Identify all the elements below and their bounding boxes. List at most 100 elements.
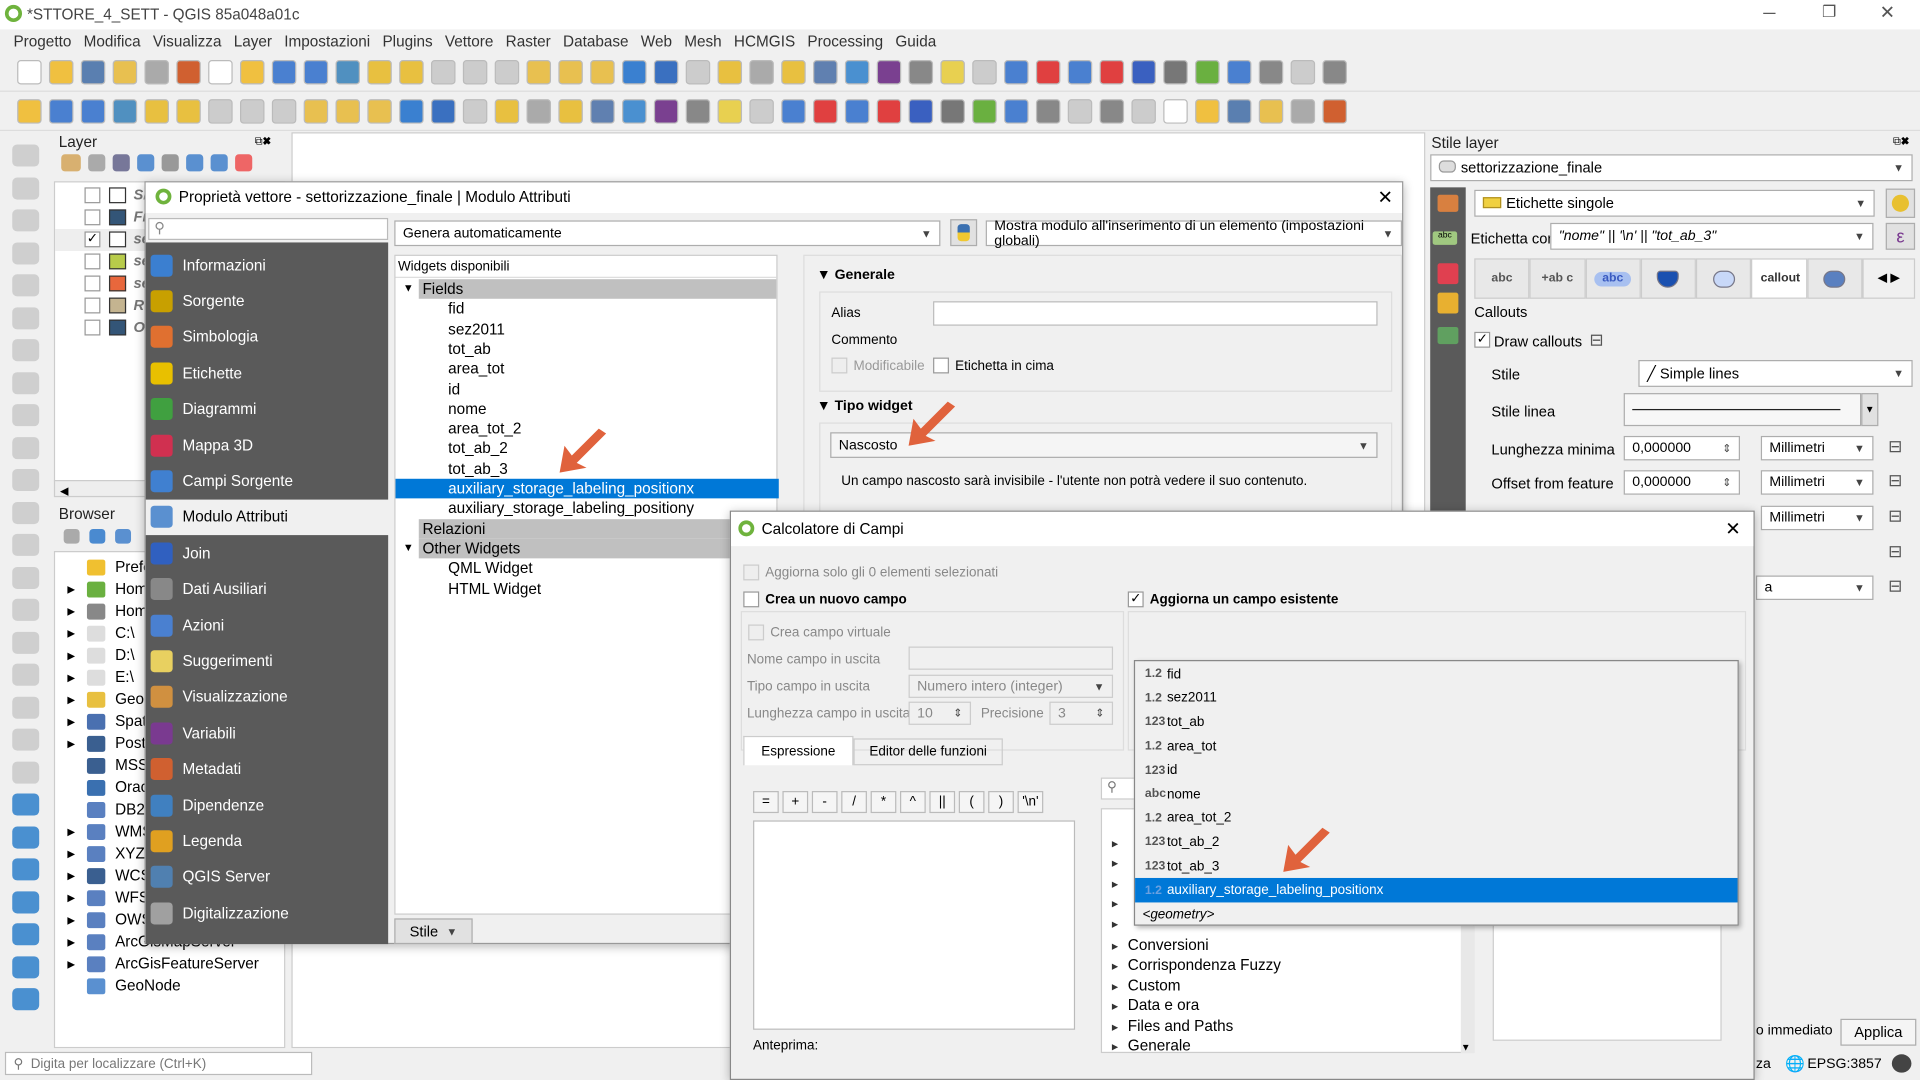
menu-plugins[interactable]: Plugins [376,29,438,53]
3d-view-tab-icon[interactable] [1437,263,1459,285]
offset-spinbox[interactable]: 0,000000 ⇕ [1623,470,1741,495]
toolbar-button-icon[interactable] [1163,99,1188,124]
toolbar-button-icon[interactable] [558,99,583,124]
layer-visibility-checkbox[interactable] [84,319,101,336]
expand-arrow-icon[interactable]: ▶ [67,738,77,749]
toolbar-button-icon[interactable] [494,60,520,85]
toolbar-button-icon[interactable] [813,60,838,85]
field-option[interactable]: abc nome [1135,782,1737,806]
tree-field-item[interactable]: sez2011 [396,319,779,339]
tree-group-fields[interactable]: Fields [418,279,777,300]
digitizing-tool-icon[interactable] [12,728,40,751]
operator-button[interactable]: || [929,791,956,814]
toolbar-button-icon[interactable] [1322,60,1347,85]
expand-arrow-icon[interactable]: ▶ [67,958,77,969]
refresh-icon[interactable] [89,528,106,544]
third-unit-combo[interactable]: Millimetri ▼ [1760,505,1874,531]
browser-item[interactable]: ▶ GeoP [67,688,154,710]
toolbar-button-icon[interactable] [876,60,902,85]
panel-float-close-icons[interactable]: ⧉✖ [255,135,271,148]
toolbar-button-icon[interactable] [399,60,424,85]
menu-impostazioni[interactable]: Impostazioni [278,29,376,53]
field-option[interactable]: 1.2 fid [1135,662,1737,686]
operator-button[interactable]: - [811,791,838,814]
toolbar-button-icon[interactable] [271,60,297,85]
browser-item[interactable]: ▶ Spati [67,710,150,732]
toolbar-button-icon[interactable] [1067,60,1093,85]
toolbar-button-icon[interactable] [1258,99,1284,124]
browser-item[interactable]: DB2 [67,798,145,820]
close-window-button[interactable]: ✕ [1880,1,1895,23]
toolbar-button-icon[interactable] [271,99,297,124]
expand-arrow-icon[interactable]: ▶ [67,650,77,661]
toolbar-button-icon[interactable] [208,99,233,124]
toolbar-button-icon[interactable] [876,99,902,124]
function-group-hidden[interactable] [1112,894,1128,914]
function-group[interactable]: Files and Paths [1112,1017,1234,1037]
toolbar-button-icon[interactable] [972,60,997,85]
function-group-hidden[interactable] [1112,874,1128,894]
toolbar-button-icon[interactable] [431,60,456,85]
data-defined-override-icon[interactable]: ⊟ [1888,470,1902,491]
tab-scroll-buttons[interactable]: ◀ ▶ [1862,258,1916,299]
layer-visibility-checkbox[interactable]: ✓ [84,231,101,248]
toolbar-button-icon[interactable] [303,60,329,85]
toolbar-button-icon[interactable] [80,60,106,85]
symbology-tab-icon[interactable] [1437,194,1459,212]
toolbar-button-icon[interactable] [335,60,361,85]
collapse-arrow-icon[interactable]: ▼ [403,541,414,553]
data-defined-override-icon[interactable]: ⊟ [1888,506,1902,527]
operator-button[interactable]: / [841,791,867,814]
toolbar-button-icon[interactable] [717,60,743,85]
menu-web[interactable]: Web [635,29,678,53]
filter-icon[interactable] [137,154,155,172]
layer-visibility-checkbox[interactable] [84,209,101,226]
tab-expression[interactable]: Espressione [743,735,854,766]
nav-item-modulo-attributi[interactable]: Modulo Attributi [145,499,391,535]
toolbar-button-icon[interactable] [494,99,520,124]
browser-item[interactable]: ▶ D:\ [67,644,134,666]
show-form-combo[interactable]: Mostra modulo all'inserimento di un elem… [985,219,1403,248]
menu-raster[interactable]: Raster [500,29,557,53]
output-length-spinbox[interactable]: 10 ⇕ [908,701,972,725]
nav-item-join[interactable]: Join [146,535,388,571]
function-group[interactable]: Custom [1112,977,1181,997]
function-group-hidden[interactable] [1112,914,1128,934]
crs-button[interactable]: EPSG:3857 [1807,1057,1881,1072]
expand-all-icon[interactable] [186,154,204,172]
toolbar-button-icon[interactable] [813,99,838,124]
toolbar-button-icon[interactable] [17,99,42,124]
digitizing-tool-icon[interactable] [12,533,40,556]
menu-processing[interactable]: Processing [801,29,889,53]
digitizing-tool-icon[interactable] [12,436,40,459]
precision-spinbox[interactable]: 3 ⇕ [1049,701,1114,725]
filter-icon[interactable] [115,528,132,544]
toolbar-button-icon[interactable] [17,60,42,85]
label-tab-3[interactable] [1640,258,1696,299]
toolbar-button-icon[interactable] [685,99,711,124]
close-dialog-button[interactable]: ✕ [1378,186,1393,208]
toolbar-button-icon[interactable] [1195,99,1220,124]
digitizing-tool-icon[interactable] [12,631,40,654]
digitizing-tool-icon[interactable] [12,566,40,589]
digitizing-tool-icon[interactable] [12,468,40,492]
label-tab-4[interactable] [1695,258,1752,299]
toolbar-button-icon[interactable] [717,99,743,124]
toolbar-button-icon[interactable] [176,60,201,85]
menu-mesh[interactable]: Mesh [678,29,728,53]
layer-visibility-checkbox[interactable] [84,275,101,292]
field-option[interactable]: 1.2 area_tot_2 [1135,806,1737,830]
toolbar-button-icon[interactable] [144,60,169,85]
nav-item-campi-sorgente[interactable]: Campi Sorgente [146,463,388,499]
tree-group-other-widgets[interactable]: Other Widgets [418,538,777,559]
tree-field-item[interactable]: tot_ab [396,339,779,359]
restore-button[interactable]: ❐ [1822,2,1836,22]
expand-arrow-icon[interactable]: ▶ [67,848,77,859]
nav-item-visualizzazione[interactable]: Visualizzazione [146,679,388,715]
tree-field-item[interactable]: auxiliary_storage_labeling_positiony [396,499,779,519]
toolbar-button-icon[interactable] [176,99,201,124]
menu-guida[interactable]: Guida [889,29,942,53]
digitizing-tool-icon[interactable] [12,988,40,1011]
tree-field-item[interactable]: id [396,379,779,399]
toolbar-button-icon[interactable] [1322,99,1347,124]
